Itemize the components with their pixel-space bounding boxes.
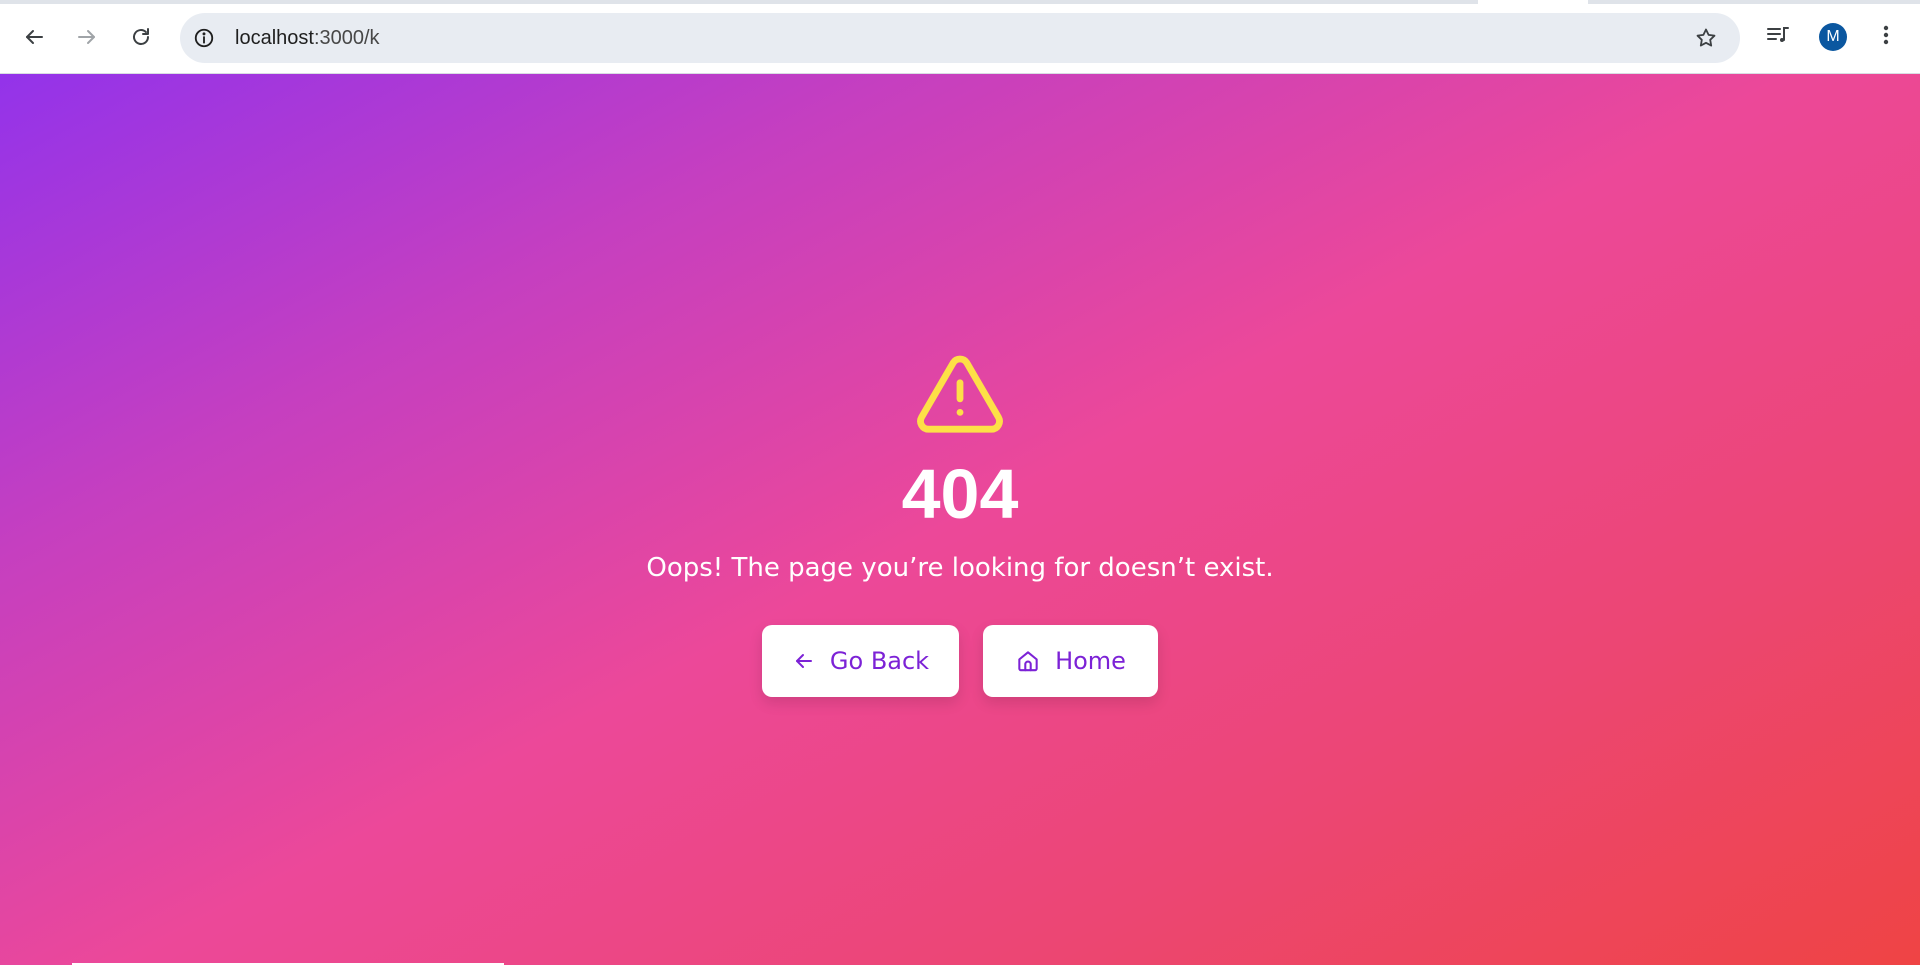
profile-button[interactable]: M bbox=[1813, 17, 1853, 57]
star-icon[interactable] bbox=[1694, 26, 1718, 50]
tab-strip bbox=[0, 0, 1920, 4]
kebab-menu-icon bbox=[1882, 23, 1890, 52]
arrow-left-icon bbox=[22, 25, 46, 49]
back-button[interactable] bbox=[14, 17, 54, 57]
media-controls-button[interactable] bbox=[1758, 17, 1798, 57]
error-message: Oops! The page you’re looking for doesn’… bbox=[646, 553, 1274, 583]
reload-button[interactable] bbox=[121, 17, 161, 57]
browser-toolbar: localhost:3000/k M bbox=[0, 0, 1920, 74]
home-icon bbox=[1015, 648, 1041, 674]
browser-menu-button[interactable] bbox=[1866, 17, 1906, 57]
warning-triangle-icon bbox=[912, 346, 1008, 442]
forward-button[interactable] bbox=[67, 17, 107, 57]
reload-icon bbox=[129, 25, 153, 49]
url-host: localhost bbox=[235, 27, 314, 49]
url-path: :3000/k bbox=[313, 27, 380, 49]
active-tab-edge bbox=[1478, 0, 1588, 4]
home-button[interactable]: Home bbox=[983, 625, 1158, 697]
avatar: M bbox=[1819, 23, 1847, 51]
media-queue-icon bbox=[1765, 23, 1791, 52]
arrow-right-icon bbox=[75, 25, 99, 49]
error-code: 404 bbox=[901, 455, 1019, 533]
go-back-label: Go Back bbox=[829, 647, 930, 675]
arrow-left-icon bbox=[792, 649, 816, 673]
address-bar[interactable]: localhost:3000/k bbox=[180, 13, 1740, 63]
info-icon[interactable] bbox=[192, 26, 216, 50]
home-label: Home bbox=[1055, 647, 1126, 675]
go-back-button[interactable]: Go Back bbox=[762, 625, 959, 697]
page-viewport: 404 Oops! The page you’re looking for do… bbox=[0, 74, 1920, 965]
url-text[interactable]: localhost:3000/k bbox=[235, 27, 380, 49]
